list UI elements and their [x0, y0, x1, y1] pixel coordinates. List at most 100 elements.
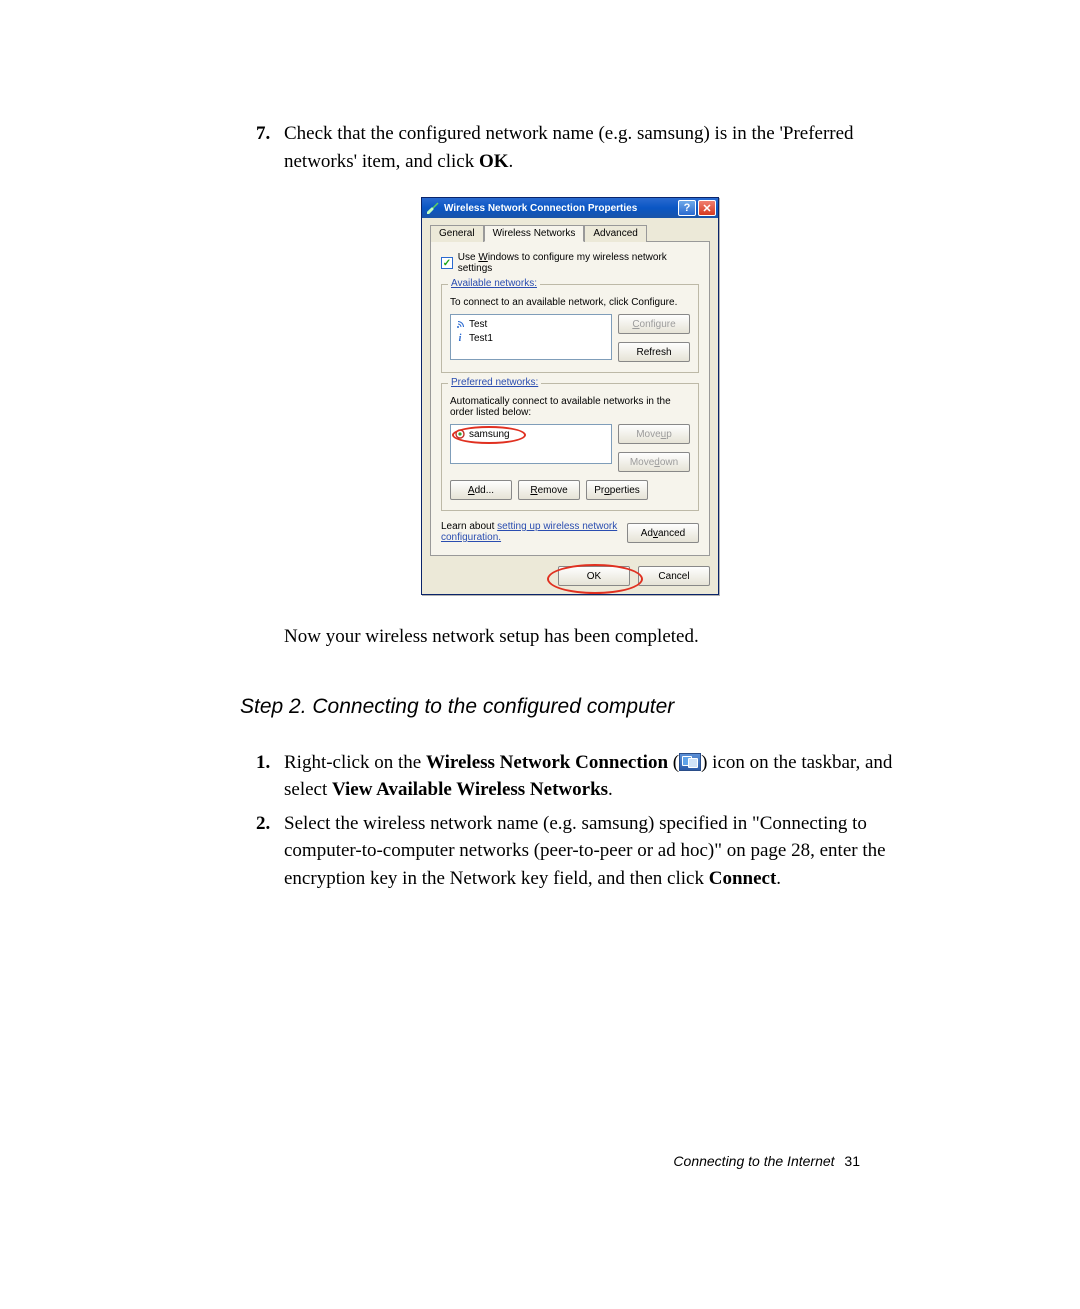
- close-button[interactable]: ✕: [698, 200, 716, 216]
- tab-wireless-label: Wireless Networks: [493, 228, 576, 239]
- moveup-pre: Move: [636, 429, 660, 440]
- wireless-connection-tray-icon: [679, 753, 701, 771]
- remove-button[interactable]: Remove: [518, 480, 580, 500]
- titlebar: Wireless Network Connection Properties ?…: [422, 198, 718, 218]
- dialog-footer: OK Cancel: [430, 556, 710, 586]
- configure-button[interactable]: Configure: [618, 314, 690, 334]
- i2-c: .: [776, 868, 781, 889]
- tab-general-label: General: [439, 228, 475, 239]
- i1-c: (: [668, 752, 679, 773]
- learn-text: Learn about setting up wireless network …: [441, 521, 617, 543]
- move-down-button[interactable]: Move down: [618, 452, 690, 472]
- page-footer: Connecting to the Internet 31: [673, 1153, 860, 1169]
- properties-button[interactable]: Properties: [586, 480, 648, 500]
- cancel-button[interactable]: Cancel: [638, 566, 710, 586]
- preferred-networks-group: Preferred networks: Automatically connec…: [441, 383, 699, 511]
- i1-e: View Available Wireless Networks: [332, 779, 608, 800]
- cancel-label: Cancel: [658, 571, 689, 582]
- wifi-icon: [455, 319, 465, 329]
- step2-item-2: 2. Select the wireless network name (e.g…: [256, 810, 900, 893]
- help-glyph: ?: [684, 202, 691, 214]
- use-windows-checkbox[interactable]: ✓: [441, 257, 453, 269]
- dialog-title: Wireless Network Connection Properties: [444, 203, 637, 214]
- tab-advanced[interactable]: Advanced: [584, 225, 646, 242]
- list-item-label: samsung: [469, 429, 510, 440]
- list-item[interactable]: Test: [454, 317, 608, 331]
- adv-post: anced: [658, 528, 685, 539]
- wireless-properties-dialog: Wireless Network Connection Properties ?…: [421, 197, 719, 595]
- available-networks-group: Available networks: To connect to an ava…: [441, 284, 699, 373]
- moveup-post: p: [666, 429, 672, 440]
- step-7-text-b: .: [509, 151, 514, 172]
- item-2-text: Select the wireless network name (e.g. s…: [284, 810, 900, 893]
- movedown-post: own: [660, 457, 678, 468]
- props-post: perties: [610, 485, 640, 496]
- step-7-ok: OK: [479, 151, 509, 172]
- props-pre: Pr: [594, 485, 604, 496]
- refresh-button[interactable]: Refresh: [618, 342, 690, 362]
- list-item-label: Test: [469, 319, 487, 330]
- list-item[interactable]: samsung: [454, 427, 608, 441]
- pref-legend-u: P: [451, 377, 458, 388]
- available-desc: To connect to an available network, clic…: [450, 297, 690, 308]
- list-item[interactable]: i Test1: [454, 331, 608, 345]
- step-7-number: 7.: [256, 120, 284, 175]
- i1-f: .: [608, 779, 613, 800]
- list-item-label: Test1: [469, 333, 493, 344]
- avail-legend-post: etworks:: [500, 278, 537, 289]
- preferred-networks-list[interactable]: samsung: [450, 424, 612, 464]
- learn-link-1[interactable]: setting up wireless network: [497, 521, 617, 532]
- step-7: 7. Check that the configured network nam…: [256, 120, 900, 175]
- configure-rest: onfigure: [640, 319, 676, 330]
- item-1-text: Right-click on the Wireless Network Conn…: [284, 749, 900, 804]
- footer-label: Connecting to the Internet: [673, 1153, 834, 1169]
- i2-a: Select the wireless network name (e.g. s…: [284, 813, 886, 889]
- available-networks-legend: Available networks:: [448, 278, 540, 289]
- tab-wireless-networks[interactable]: Wireless Networks: [484, 225, 585, 242]
- i2-b: Connect: [709, 868, 777, 889]
- adv-pre: Ad: [641, 528, 653, 539]
- help-button[interactable]: ?: [678, 200, 696, 216]
- wireless-titlebar-icon: [426, 201, 440, 215]
- ok-button[interactable]: OK: [558, 566, 630, 586]
- info-icon: i: [455, 333, 465, 343]
- footer-page-number: 31: [844, 1153, 860, 1169]
- movedown-pre: Move: [630, 457, 654, 468]
- refresh-label: Refresh: [636, 347, 671, 358]
- step-7-text: Check that the configured network name (…: [284, 120, 900, 175]
- add-button[interactable]: Add...: [450, 480, 512, 500]
- step-2-heading: Step 2. Connecting to the configured com…: [240, 695, 900, 719]
- advanced-button[interactable]: Advanced: [627, 523, 699, 543]
- learn-row: Learn about setting up wireless network …: [441, 521, 699, 543]
- tab-general[interactable]: General: [430, 225, 484, 242]
- dialog-screenshot: Wireless Network Connection Properties ?…: [240, 197, 900, 595]
- learn-link-2[interactable]: configuration.: [441, 532, 501, 543]
- preferred-networks-legend: Preferred networks:: [448, 377, 541, 388]
- tab-panel: ✓ Use Windows to configure my wireless n…: [430, 241, 710, 556]
- cbx-post: indows to configure my wireless network …: [458, 252, 667, 274]
- tab-strip: General Wireless Networks Advanced: [430, 225, 710, 242]
- pref-legend-post: referred networks:: [458, 377, 539, 388]
- use-windows-checkbox-row[interactable]: ✓ Use Windows to configure my wireless n…: [441, 252, 699, 274]
- i1-b: Wireless Network Connection: [426, 752, 668, 773]
- cbx-u: W: [478, 252, 487, 263]
- avail-legend-pre: Available: [451, 278, 494, 289]
- i1-a: Right-click on the: [284, 752, 426, 773]
- step2-item-1: 1. Right-click on the Wireless Network C…: [256, 749, 900, 804]
- step-7-text-a: Check that the configured network name (…: [284, 123, 854, 172]
- completion-text: Now your wireless network setup has been…: [284, 623, 900, 651]
- move-up-button[interactable]: Move up: [618, 424, 690, 444]
- remove-rest: emove: [538, 485, 568, 496]
- item-2-number: 2.: [256, 810, 284, 893]
- item-1-number: 1.: [256, 749, 284, 804]
- close-icon: ✕: [702, 202, 711, 215]
- available-networks-list[interactable]: Test i Test1: [450, 314, 612, 360]
- configure-u: C: [632, 319, 639, 330]
- preferred-desc: Automatically connect to available netwo…: [450, 396, 690, 418]
- adhoc-network-icon: [455, 429, 465, 439]
- remove-u: R: [530, 485, 537, 496]
- tab-advanced-label: Advanced: [593, 228, 637, 239]
- cbx-pre: Use: [458, 252, 479, 263]
- learn-lead: Learn about: [441, 521, 497, 532]
- use-windows-label: Use Windows to configure my wireless net…: [458, 252, 699, 274]
